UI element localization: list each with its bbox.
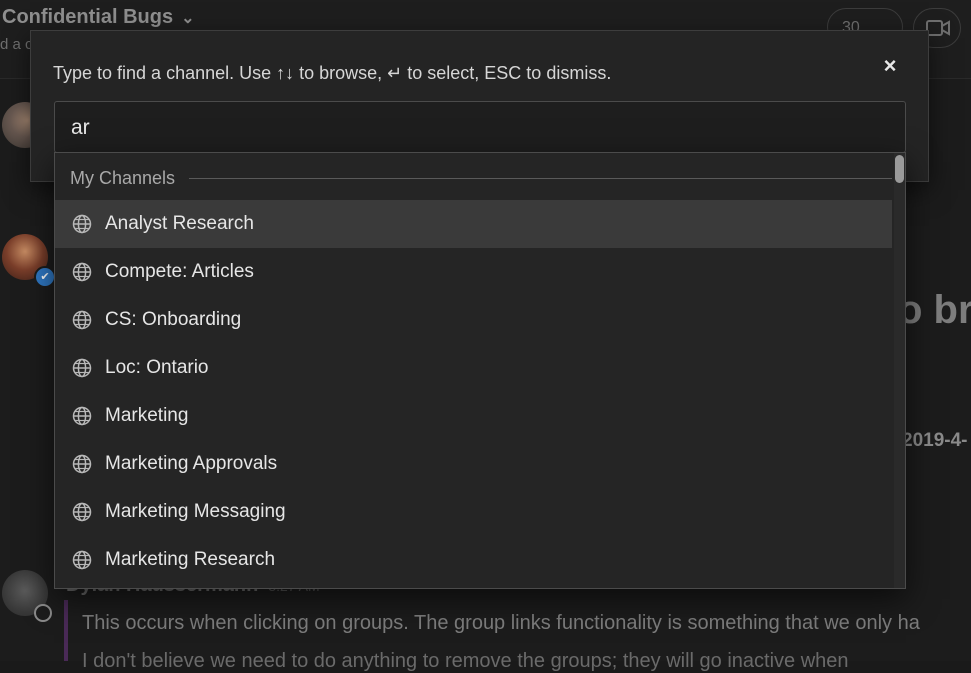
chevron-down-icon[interactable]: ⌄: [181, 8, 194, 28]
channel-item-label: CS: Onboarding: [105, 309, 242, 330]
search-box[interactable]: [54, 101, 906, 153]
scrollbar[interactable]: [894, 153, 905, 588]
post-heading-fragment: o br: [898, 288, 971, 332]
section-header: My Channels: [70, 166, 892, 190]
offline-status-icon: [34, 604, 52, 622]
video-camera-icon: [926, 20, 950, 36]
message-text: This occurs when clicking on groups. The…: [82, 612, 920, 634]
channel-item[interactable]: Loc: Ontario: [55, 344, 892, 392]
channel-purpose: d a c: [0, 36, 33, 53]
verified-badge-icon: ✔: [34, 266, 56, 288]
globe-icon: [72, 454, 92, 474]
channel-item-label: Compete: Articles: [105, 261, 254, 282]
globe-icon: [72, 310, 92, 330]
modal-hint: Type to find a channel. Use ↑↓ to browse…: [53, 63, 612, 83]
channel-item[interactable]: Analyst Research: [55, 200, 892, 248]
scrollbar-thumb[interactable]: [895, 155, 904, 183]
globe-icon: [72, 358, 92, 378]
post-date-fragment: 2019-4-: [902, 430, 968, 451]
channel-item-label: Marketing: [105, 405, 189, 426]
channel-item-label: Marketing Messaging: [105, 501, 286, 522]
channel-item-label: Marketing Approvals: [105, 453, 278, 474]
channel-item[interactable]: CS: Onboarding: [55, 296, 892, 344]
channel-item-label: Marketing Research: [105, 549, 276, 570]
channel-suggestion-list: My Channels Analyst Research Compete: Ar…: [54, 152, 906, 589]
globe-icon: [72, 550, 92, 570]
close-icon[interactable]: ×: [877, 53, 903, 79]
channel-item-label: Analyst Research: [105, 213, 254, 234]
channel-title-text: Confidential Bugs: [2, 6, 174, 28]
globe-icon: [72, 502, 92, 522]
message-text: I don't believe we need to do anything t…: [82, 650, 849, 672]
channel-item[interactable]: Marketing Approvals: [55, 440, 892, 488]
channel-title[interactable]: Confidential Bugs ⌄: [2, 6, 195, 29]
channel-item-label: Loc: Ontario: [105, 357, 209, 378]
section-divider: [189, 177, 892, 179]
channel-item[interactable]: Marketing Research: [55, 536, 892, 584]
channel-item[interactable]: Compete: Articles: [55, 248, 892, 296]
channel-search-input[interactable]: [69, 112, 893, 144]
globe-icon: [72, 406, 92, 426]
section-title: My Channels: [70, 167, 176, 188]
channel-item[interactable]: Marketing: [55, 392, 892, 440]
channel-item[interactable]: Marketing Messaging: [55, 488, 892, 536]
globe-icon: [72, 262, 92, 282]
quote-bar: [64, 600, 68, 661]
globe-icon: [72, 214, 92, 234]
